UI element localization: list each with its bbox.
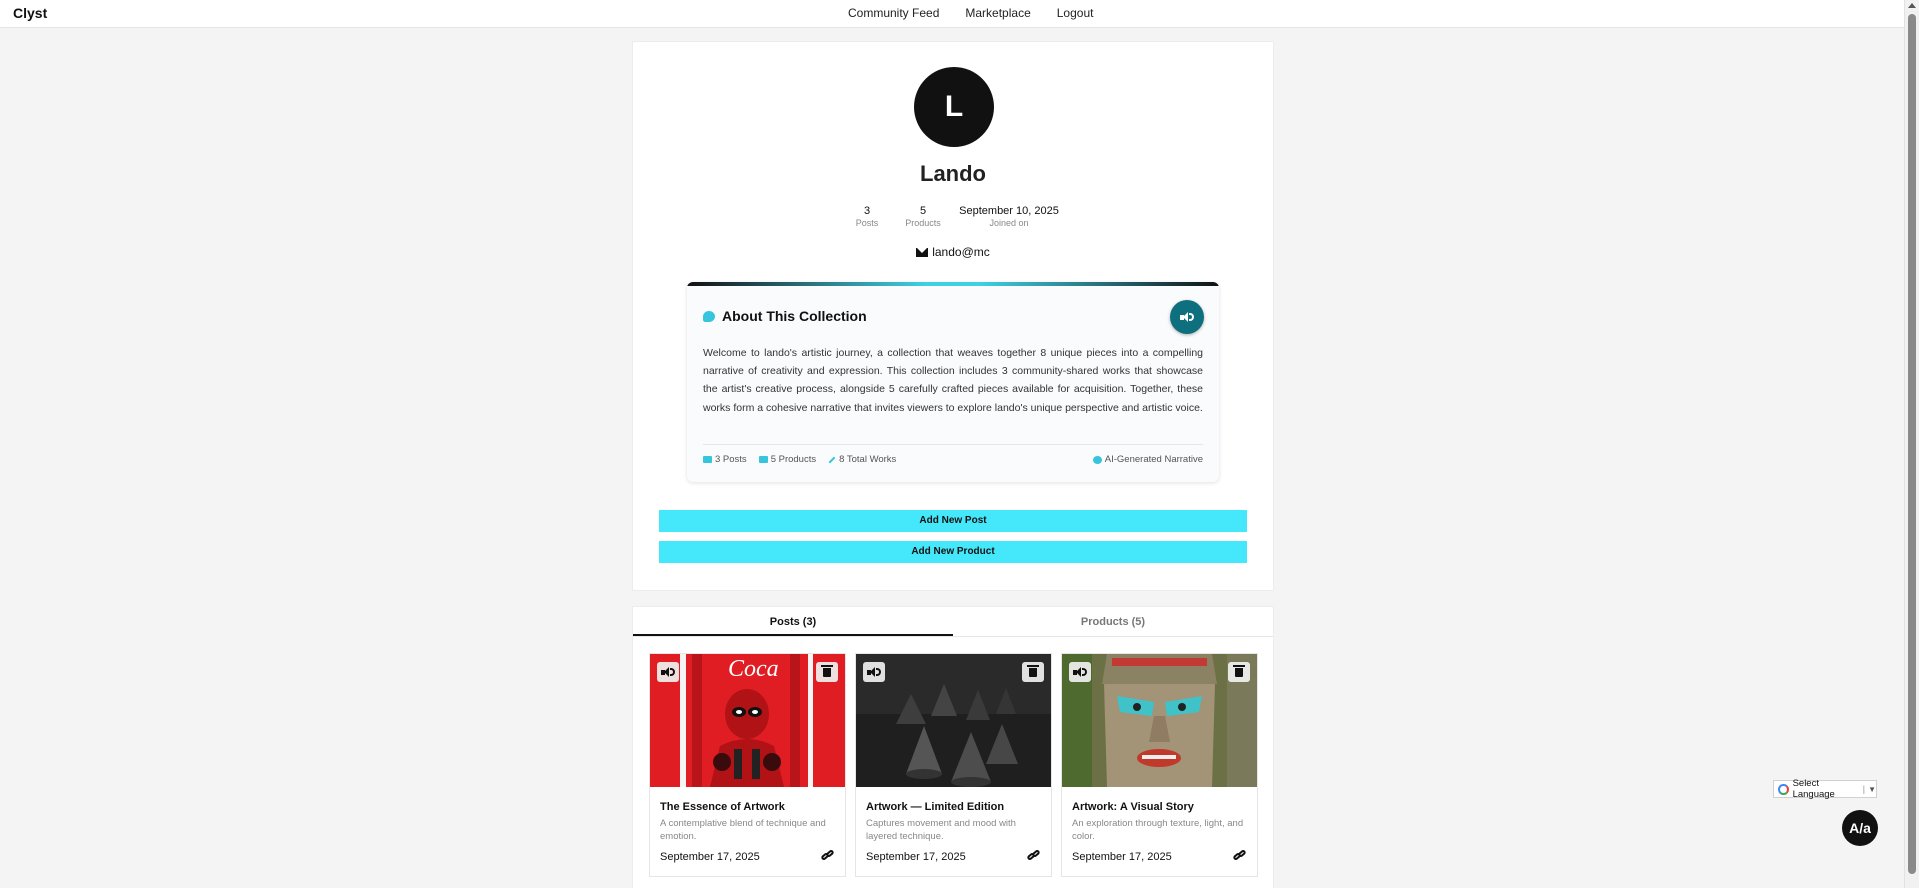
robot-icon (1092, 455, 1102, 464)
link-icon[interactable] (1026, 849, 1041, 861)
post-title[interactable]: Artwork: A Visual Story (1072, 801, 1194, 813)
tab-products[interactable]: Products (5) (953, 607, 1273, 636)
stat-joined-value: September 10, 2025 (959, 205, 1059, 217)
speaker-icon (1073, 666, 1087, 678)
profile-card: L Lando 3 Posts 5 Products September 10,… (632, 41, 1274, 591)
post-description: A contemplative blend of technique and e… (660, 818, 826, 842)
google-icon (1778, 783, 1789, 795)
palette-icon (703, 310, 715, 322)
about-accent-bar (687, 282, 1219, 286)
post-image-spools[interactable] (856, 654, 1051, 787)
stat-joined: September 10, 2025 Joined on (959, 205, 1059, 228)
brand-logo[interactable]: Clyst (13, 5, 47, 21)
add-new-post-button[interactable]: Add New Post (659, 510, 1247, 532)
post-speak-button[interactable] (1069, 662, 1091, 682)
about-meta: 3 Posts 5 Products 8 Total Works (703, 454, 896, 465)
about-divider (703, 444, 1203, 445)
about-title: About This Collection (722, 308, 867, 324)
chevron-down-icon: ▼ (1868, 784, 1876, 794)
meta-total: 8 Total Works (828, 454, 896, 465)
trash-icon (1233, 664, 1245, 677)
meta-products: 5 Products (758, 454, 817, 465)
content-tabs: Posts (3) Products (5) (633, 607, 1273, 637)
post-description: An exploration through texture, light, a… (1072, 818, 1244, 842)
stat-products-label: Products (905, 218, 941, 228)
link-icon[interactable] (820, 849, 835, 861)
scroll-up-arrow-icon[interactable] (1908, 3, 1916, 8)
store-icon (758, 456, 768, 463)
post-delete-button[interactable] (1228, 662, 1250, 682)
meta-products-label: 5 Products (770, 454, 817, 465)
stat-products: 5 Products (903, 205, 943, 228)
profile-name: Lando (920, 161, 986, 186)
language-selector[interactable]: Select Language | ▼ (1773, 778, 1877, 800)
trash-icon (821, 664, 833, 677)
post-speak-button[interactable] (863, 662, 885, 682)
post-date: September 17, 2025 (660, 851, 760, 863)
about-text: Welcome to lando's artistic journey, a c… (703, 347, 1203, 414)
ai-note-label: AI-Generated Narrative (1104, 454, 1203, 465)
avatar: L (914, 67, 994, 147)
meta-total-label: 8 Total Works (839, 454, 897, 465)
post-description: Captures movement and mood with layered … (866, 818, 1016, 842)
post-date: September 17, 2025 (866, 851, 966, 863)
post-title[interactable]: Artwork — Limited Edition (866, 801, 1004, 813)
post-delete-button[interactable] (1022, 662, 1044, 682)
profile-email: lando@mc (633, 245, 1273, 259)
svg-text:Coca: Coca (728, 656, 779, 682)
nav-logout[interactable]: Logout (1057, 6, 1094, 20)
post-date: September 17, 2025 (1072, 851, 1172, 863)
speaker-icon (661, 666, 675, 678)
nav-marketplace[interactable]: Marketplace (965, 6, 1030, 20)
main-nav: Community Feed Marketplace Logout (848, 6, 1093, 20)
trash-icon (1027, 664, 1039, 677)
speaker-icon (867, 666, 881, 678)
envelope-icon (916, 248, 929, 257)
about-heading: About This Collection (703, 308, 867, 324)
accessibility-button[interactable]: A/a (1842, 810, 1878, 846)
speaker-icon (1180, 311, 1194, 323)
post-card[interactable]: Artwork: A Visual Story An exploration t… (1061, 653, 1258, 877)
about-collection-panel: About This Collection Welcome to lando's… (687, 282, 1219, 482)
posts-icon (703, 456, 712, 463)
tab-posts[interactable]: Posts (3) (633, 607, 953, 636)
email-text: lando@mc (932, 245, 990, 259)
scroll-thumb[interactable] (1908, 14, 1916, 874)
post-title[interactable]: The Essence of Artwork (660, 801, 785, 813)
post-delete-button[interactable] (816, 662, 838, 682)
stat-joined-label: Joined on (989, 218, 1029, 228)
stat-posts: 3 Posts (847, 205, 887, 228)
add-new-product-button[interactable]: Add New Product (659, 541, 1247, 563)
language-label: Select Language (1792, 778, 1835, 800)
meta-posts: 3 Posts (703, 454, 747, 465)
stat-posts-label: Posts (855, 218, 879, 228)
ai-generated-note: AI-Generated Narrative (1092, 454, 1203, 465)
content-tabs-card: Posts (3) Products (5) Coca The Essence … (632, 606, 1274, 888)
post-card[interactable]: Artwork — Limited Edition Captures movem… (855, 653, 1052, 877)
stat-products-value: 5 (919, 205, 927, 217)
page-scrollbar[interactable] (1904, 0, 1919, 888)
post-card[interactable]: Coca The Essence of Artwork A contemplat… (649, 653, 846, 877)
meta-posts-label: 3 Posts (715, 454, 747, 465)
nav-community-feed[interactable]: Community Feed (848, 6, 939, 20)
post-image-totem-mask[interactable] (1062, 654, 1257, 787)
link-icon[interactable] (1232, 849, 1247, 861)
stat-posts-value: 3 (863, 205, 871, 217)
post-speak-button[interactable] (657, 662, 679, 682)
profile-stats: 3 Posts 5 Products September 10, 2025 Jo… (633, 205, 1273, 228)
top-navbar: Clyst Community Feed Marketplace Logout (0, 0, 1904, 28)
pen-icon (828, 455, 836, 464)
read-aloud-button[interactable] (1170, 300, 1204, 334)
post-image-deadpool[interactable]: Coca (650, 654, 845, 787)
